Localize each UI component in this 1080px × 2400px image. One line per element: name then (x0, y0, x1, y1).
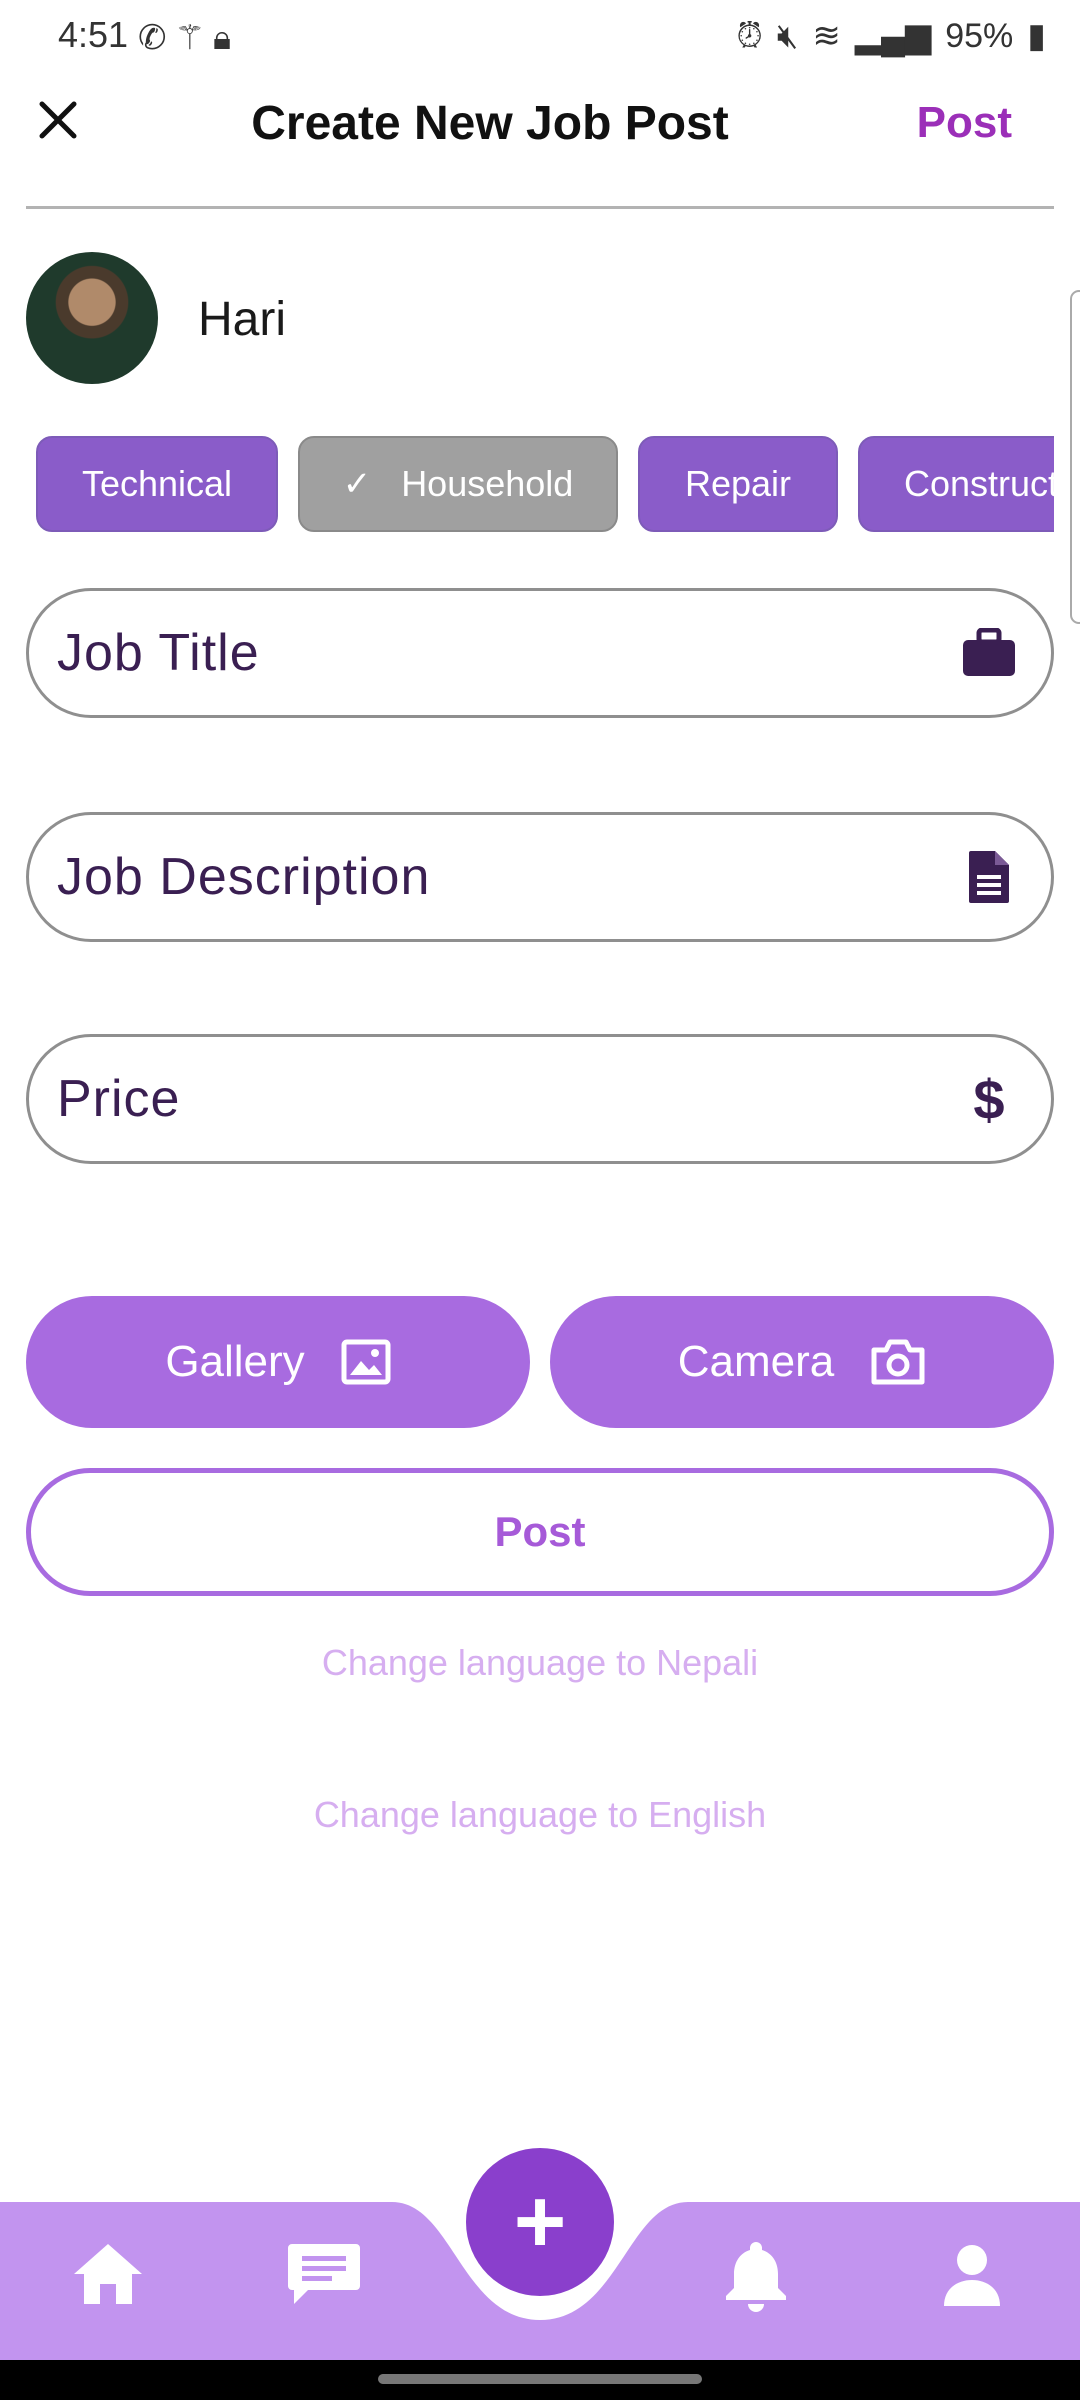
page-title: Create New Job Post (251, 97, 729, 150)
header-divider (26, 206, 1054, 209)
magic-icon: ⚚ (174, 19, 213, 57)
status-time: 4:51 (58, 14, 129, 55)
status-left-icons: ✆⚚🔒︎ (138, 18, 239, 58)
chip-label: Household (401, 463, 574, 504)
chip-label: Repair (684, 463, 792, 504)
document-icon (961, 849, 1017, 905)
chip-label: Technical (81, 463, 233, 504)
user-name: Hari (198, 293, 287, 346)
job-title-placeholder: Job Title (57, 624, 260, 682)
gallery-button[interactable]: Gallery (26, 1296, 530, 1428)
chat-icon[interactable] (284, 2234, 364, 2314)
home-icon[interactable] (68, 2234, 148, 2314)
avatar (26, 252, 158, 384)
camera-button[interactable]: Camera (550, 1296, 1054, 1428)
call-icon: ✆ (138, 19, 175, 57)
job-description-field[interactable]: Job Description (26, 812, 1054, 942)
chip-household[interactable]: ✓ Household (298, 436, 618, 532)
header-post-button[interactable]: Post (917, 98, 1012, 148)
status-right-icons: ⏰︎ 🔇︎ ≋ ▂▄▆ 95% ▮ (736, 16, 1046, 56)
briefcase-icon (961, 625, 1017, 681)
wifi-icon: ≋ (812, 17, 841, 55)
post-button-label: Post (494, 1508, 586, 1555)
price-placeholder: Price (57, 1070, 181, 1128)
signal-icon: ▂▄▆ (854, 17, 932, 55)
alarm-icon: ⏰︎ (736, 16, 763, 55)
price-field[interactable]: Price $ (26, 1034, 1054, 1164)
change-language-english-link[interactable]: Change language to English (0, 1794, 1080, 1836)
chip-repair[interactable]: Repair (638, 436, 838, 532)
camera-label: Camera (677, 1337, 835, 1386)
chip-technical[interactable]: Technical (36, 436, 278, 532)
battery-icon: ▮ (1027, 17, 1046, 55)
status-bar: 4:51 ✆⚚🔒︎ ⏰︎ 🔇︎ ≋ ▂▄▆ 95% ▮ (0, 0, 1080, 80)
job-description-placeholder: Job Description (57, 848, 431, 906)
chip-construction[interactable]: Construct (858, 436, 1054, 532)
mute-icon: 🔇︎ (776, 16, 799, 55)
lock-icon: 🔒︎ (212, 19, 240, 57)
profile-icon[interactable] (932, 2234, 1012, 2314)
image-icon (341, 1339, 391, 1385)
gallery-label: Gallery (165, 1337, 305, 1386)
category-chips: Technical ✓ Household Repair Construct (36, 436, 1054, 536)
battery-text: 95% (945, 16, 1014, 55)
home-gesture-pill[interactable] (378, 2374, 702, 2384)
dollar-icon: $ (973, 1067, 1005, 1131)
job-title-field[interactable]: Job Title (26, 588, 1054, 718)
add-icon[interactable]: + (466, 2148, 614, 2296)
bell-icon[interactable] (716, 2234, 796, 2314)
camera-icon (871, 1339, 925, 1385)
change-language-nepali-link[interactable]: Change language to Nepali (0, 1642, 1080, 1684)
scrollbar[interactable] (1070, 290, 1080, 624)
post-button[interactable]: Post (26, 1468, 1054, 1596)
chip-label: Construct (904, 463, 1054, 504)
check-icon: ✓ (342, 465, 372, 503)
